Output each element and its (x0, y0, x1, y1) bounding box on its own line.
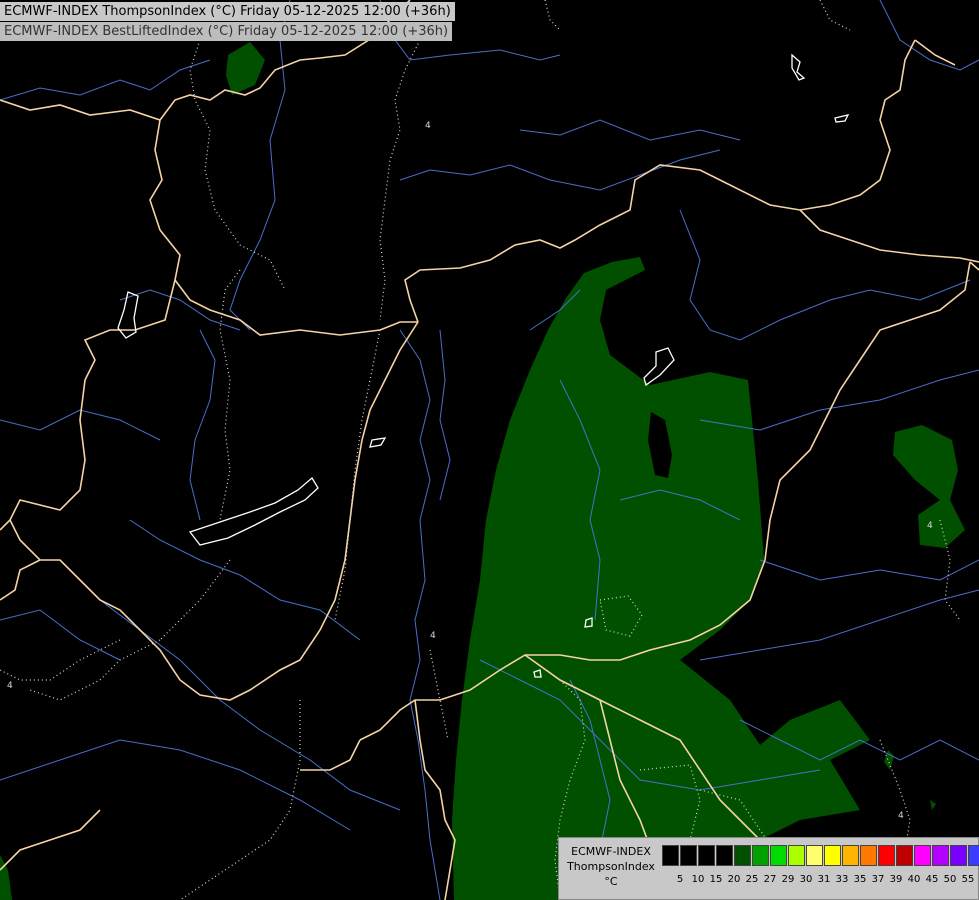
legend-tick: 5 (676, 874, 684, 885)
legend-tick: 35 (853, 874, 867, 885)
legend-swatch (914, 845, 931, 866)
legend-tick: 10 (691, 874, 705, 885)
legend-swatch (680, 845, 697, 866)
legend-tick: 27 (763, 874, 777, 885)
legend-swatch (806, 845, 823, 866)
legend-model: ECMWF-INDEX (571, 845, 651, 858)
legend-swatch (662, 845, 679, 866)
legend-tick: 15 (709, 874, 723, 885)
contour-label: 4 (430, 631, 436, 641)
legend-label: ECMWF-INDEX ThompsonIndex °C (563, 844, 659, 889)
legend-swatch (896, 845, 913, 866)
legend-swatch (932, 845, 949, 866)
legend-swatch (824, 845, 841, 866)
map-title: ECMWF-INDEX ThompsonIndex (°C) Friday 05… (0, 2, 455, 21)
legend-tick: 37 (871, 874, 885, 885)
legend-swatch (860, 845, 877, 866)
legend-tick: 55 (961, 874, 975, 885)
color-legend: ECMWF-INDEX ThompsonIndex °C 5 10 15 20 25 27… (558, 837, 979, 900)
contour-label: 4 (898, 811, 904, 821)
legend-swatch (698, 845, 715, 866)
legend-tick: 25 (745, 874, 759, 885)
legend-tick: 45 (925, 874, 939, 885)
legend-swatch (950, 845, 967, 866)
legend-tick: 31 (817, 874, 831, 885)
legend-tick: 30 (799, 874, 813, 885)
legend-swatch (716, 845, 733, 866)
contour-label: 4 (7, 681, 13, 691)
map-subtitle: ECMWF-INDEX BestLiftedIndex (°C) Friday … (0, 22, 453, 41)
contour-label: 4 (927, 521, 933, 531)
legend-swatch (968, 845, 979, 866)
legend-swatch (752, 845, 769, 866)
legend-unit: °C (604, 875, 618, 888)
weather-map: 4 4 4 4 4 (0, 0, 979, 900)
legend-swatch (788, 845, 805, 866)
legend-swatch (770, 845, 787, 866)
legend-swatch (734, 845, 751, 866)
contour-label: 4 (425, 121, 431, 131)
legend-tick: 39 (889, 874, 903, 885)
legend-swatch (842, 845, 859, 866)
legend-ticks: 51015202527293031333537394045505560 (662, 874, 979, 888)
legend-tick: 20 (727, 874, 741, 885)
legend-tick: 33 (835, 874, 849, 885)
legend-tick: 29 (781, 874, 795, 885)
legend-tick: 50 (943, 874, 957, 885)
legend-swatch (878, 845, 895, 866)
legend-tick: 40 (907, 874, 921, 885)
legend-parameter: ThompsonIndex (567, 860, 655, 873)
legend-swatches (662, 845, 979, 866)
